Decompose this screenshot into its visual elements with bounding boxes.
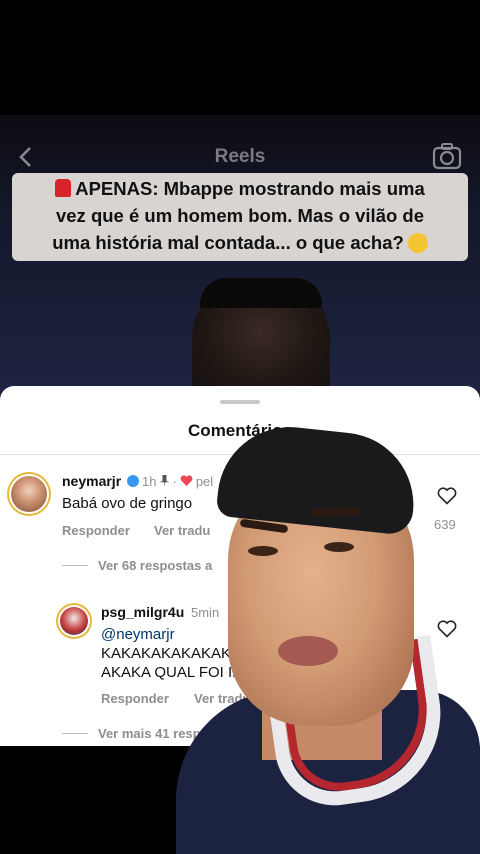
like-heart-icon[interactable] [437,620,457,638]
comments-title: Comentários [188,421,292,440]
siren-icon [55,179,72,197]
comment-username[interactable]: psg_milgr4u [101,604,184,620]
headline-line-2: vez que é um homem bom. Mas o vilão de [55,205,425,226]
pin-icon [159,475,170,487]
liked-by-author-heart-icon [180,475,193,486]
comment-meta: 1h · pel [124,474,213,489]
username-text[interactable]: psg_milgr4u [101,604,184,620]
comment-text-line-1: KAKAKAKAKAKAKA [101,645,242,662]
like-heart-icon[interactable] [437,487,457,505]
reels-header: Reels [0,140,480,176]
comment-time: 1h [142,474,157,489]
view-more-replies-button[interactable]: Ver mais 41 respo [98,726,209,741]
headline-line-1: APENAS: Mbappe mostrando mais uma [75,178,425,199]
reply-button[interactable]: Responder [62,523,130,538]
comment-mention[interactable]: @neymarjr [101,625,175,644]
headline-line-3: uma história mal contada... o que acha? [52,232,404,253]
comment-username[interactable]: neymarjr [62,473,121,489]
avatar[interactable] [11,476,47,512]
player-photo-hair [200,278,322,308]
verified-badge-icon [127,475,139,487]
thinking-face-icon [407,233,428,253]
reply-button[interactable]: Responder [101,691,169,706]
reels-title: Reels [214,146,266,167]
replies-divider [62,565,88,566]
liked-by-text: pel [195,474,214,489]
creator-right-eye [324,542,354,552]
mention-link[interactable]: @neymarjr [101,626,175,643]
creator-left-eye [248,546,278,556]
camera-icon[interactable] [432,142,462,170]
replies-divider [62,733,88,734]
sheet-drag-handle[interactable] [220,400,260,404]
avatar[interactable] [60,607,88,635]
comment-text: Babá ovo de gringo [62,495,193,512]
comment-time: 5min [191,605,220,620]
reel-headline: APENAS: Mbappe mostrando mais uma vez qu… [12,173,468,261]
creator-mouth [278,636,338,666]
like-count: 639 [434,517,456,532]
username-text[interactable]: neymarjr [62,473,121,489]
translate-button[interactable]: Ver tradu [154,523,210,538]
view-replies-button[interactable]: Ver 68 respostas a [98,558,212,573]
